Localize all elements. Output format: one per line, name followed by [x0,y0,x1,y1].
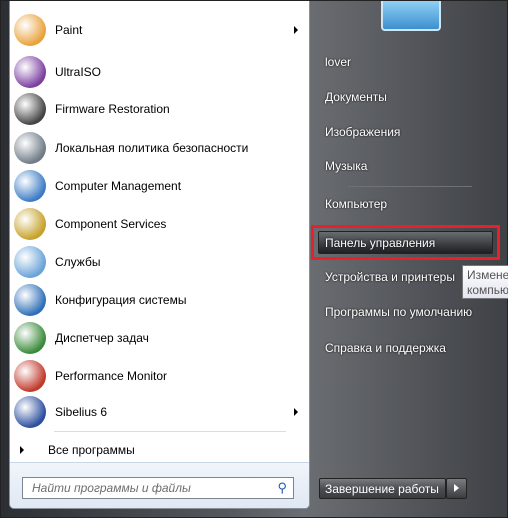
user-picture[interactable] [381,1,441,31]
program-label: Firmware Restoration [55,102,170,116]
submenu-arrow-icon [294,26,298,34]
search-input[interactable]: Найти программы и файлы ⚲ [22,477,294,499]
place-item[interactable]: Программы по умолчанию [325,305,472,319]
sibelius-icon [14,396,46,428]
separator [348,186,472,187]
disc-icon [14,56,46,88]
security-policy-icon [14,132,46,164]
all-programs-button[interactable]: Все программы [20,440,135,460]
services-gear-icon [14,246,46,278]
start-menu: Найти программы и файлы ⚲ Все программы … [0,0,508,518]
program-item[interactable]: Локальная политика безопасности [12,130,308,166]
program-label: Performance Monitor [55,369,168,383]
program-label: Computer Management [55,179,182,193]
place-item[interactable]: Устройства и принтеры [325,270,455,284]
tooltip: Изменение компьютера [462,265,508,299]
program-item[interactable]: Performance Monitor [12,358,308,394]
program-item[interactable]: Службы [12,244,308,280]
task-manager-icon [14,322,46,354]
shutdown-button[interactable]: Завершение работы [319,478,446,499]
computer-management-icon [14,170,46,202]
program-item[interactable]: Component Services [12,206,308,242]
place-item[interactable]: Панель управления [325,236,435,250]
program-item[interactable]: Firmware Restoration [12,91,308,127]
program-label: Component Services [55,217,167,231]
program-item[interactable]: Paint [12,12,308,48]
program-label: Конфигурация системы [55,293,187,307]
program-label: Sibelius 6 [55,405,108,419]
search-icon[interactable]: ⚲ [277,480,287,496]
paint-icon [14,14,46,46]
place-item[interactable]: Изображения [325,125,400,139]
program-label: Диспетчер задач [55,331,149,345]
programs-panel: Найти программы и файлы ⚲ Все программы … [9,1,310,509]
performance-monitor-icon [14,360,46,392]
shutdown-options-button[interactable] [446,478,467,499]
search-area: Найти программы и файлы ⚲ [10,462,309,508]
place-item[interactable]: lover [325,55,351,69]
place-item[interactable]: Компьютер [325,197,387,211]
place-item[interactable]: Документы [325,90,387,104]
program-label: Службы [55,255,101,269]
component-services-icon [14,208,46,240]
firmware-icon [14,93,46,125]
place-item[interactable]: Справка и поддержка [325,341,446,355]
submenu-arrow-icon [294,408,298,416]
program-item[interactable]: Диспетчер задач [12,320,308,356]
place-item[interactable]: Музыка [325,159,367,173]
program-item[interactable]: Sibelius 6 [12,394,308,430]
program-label: Paint [55,23,83,37]
system-config-icon [14,284,46,316]
program-item[interactable]: UltraISO [12,54,308,90]
program-item[interactable]: Computer Management [12,168,308,204]
program-label: Локальная политика безопасности [55,141,249,155]
separator [54,431,286,432]
search-placeholder: Найти программы и файлы [32,481,191,495]
program-label: UltraISO [55,65,102,79]
all-programs-label: Все программы [48,443,135,457]
program-item[interactable]: Конфигурация системы [12,282,308,318]
arrow-right-icon [20,446,24,454]
